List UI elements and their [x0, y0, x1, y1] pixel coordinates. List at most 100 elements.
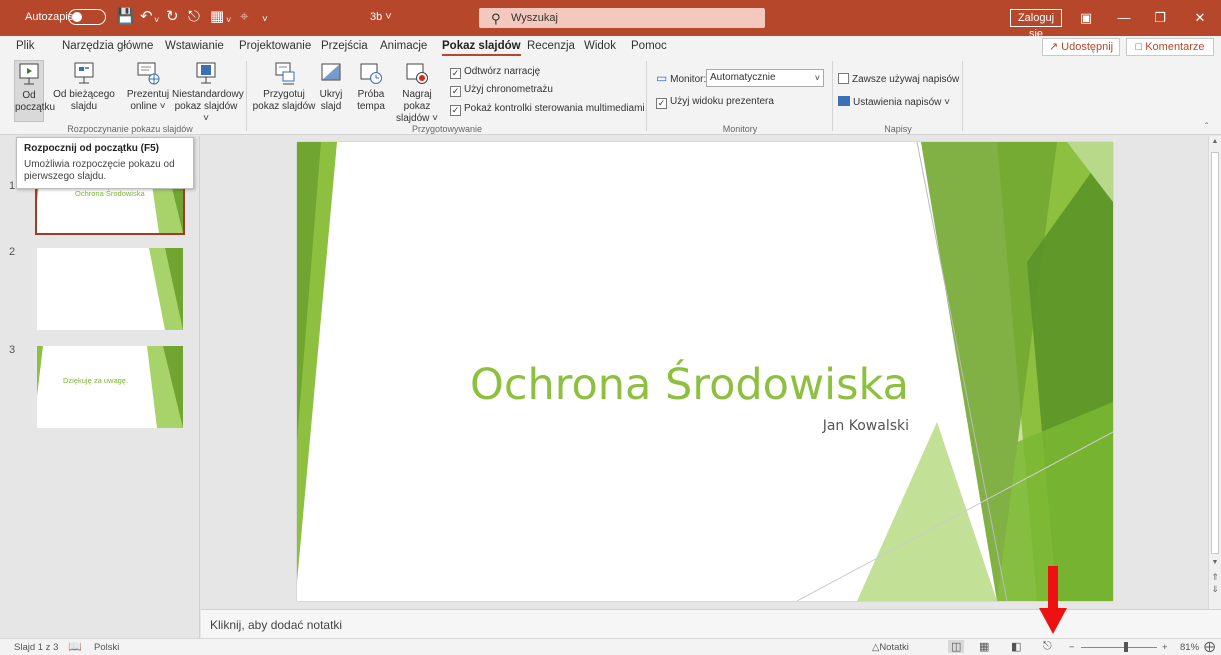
ribbon: Od początku Od bieżącego slajdu Prezentuj o… — [0, 58, 1221, 135]
slide-sorter-icon[interactable]: ▦ — [979, 640, 989, 653]
share-icon: ↗ — [1048, 41, 1059, 53]
tab-file[interactable]: Plik — [16, 40, 35, 52]
from-current-button[interactable]: Od bieżącego slajdu — [48, 60, 120, 122]
tab-help[interactable]: Pomoc — [631, 40, 667, 52]
undo-icon[interactable]: ↶ — [140, 8, 153, 26]
search-box[interactable]: ⚲ Wyszukaj — [479, 8, 765, 28]
minimize-icon[interactable]: — — [1114, 8, 1134, 28]
show-media-controls-checkbox[interactable]: ✓ Pokaż kontrolki sterowania multimediami — [450, 103, 645, 116]
accessibility-icon[interactable]: 📖 — [68, 640, 82, 653]
checkmark-icon: ✓ — [450, 68, 461, 79]
restore-icon[interactable]: ❐ — [1150, 8, 1170, 28]
zoom-in-button[interactable]: + — [1162, 642, 1168, 653]
collapse-ribbon-icon[interactable]: ˆ — [1205, 122, 1208, 133]
monitor-label-text: Monitor: — [670, 74, 707, 85]
thumbnail-number: 3 — [9, 344, 16, 356]
tab-home[interactable]: Narzędzia główne — [62, 40, 153, 52]
checkmark-icon: ✓ — [450, 105, 461, 116]
slide-thumbnail-3[interactable]: Dziękuję za uwagę. — [37, 346, 183, 428]
setup-show-icon — [275, 62, 295, 85]
custom-show-button[interactable]: Niestandardowy pokaz slajdów ˅ — [172, 60, 244, 124]
rehearse-line1: Próba — [357, 89, 385, 100]
ribbon-display-options-icon[interactable]: ▣ — [1076, 8, 1096, 28]
save-icon[interactable]: 💾 — [116, 8, 135, 26]
tooltip-title: Rozpocznij od początku (F5) — [24, 143, 159, 154]
zoom-percent[interactable]: 81% — [1180, 642, 1199, 653]
reading-view-icon[interactable]: ◧ — [1011, 640, 1021, 653]
tab-animations[interactable]: Animacje — [380, 40, 427, 52]
slide-canvas[interactable]: Ochrona Środowiska Jan Kowalski — [297, 142, 1113, 601]
share-button[interactable]: ↗ Udostępnij — [1042, 38, 1120, 56]
setup-show-button[interactable]: Przygotuj pokaz slajdów — [252, 60, 316, 122]
comment-icon: □ — [1135, 41, 1143, 53]
customize-toolbar-icon[interactable]: ˅ — [262, 11, 268, 29]
close-icon[interactable]: ✕ — [1190, 8, 1210, 28]
monitor-dropdown[interactable]: Automatycznie ˅ — [706, 69, 824, 87]
slideshow-view-icon[interactable]: ⎋ — [1043, 640, 1052, 653]
record-show-button[interactable]: Nagraj pokaz slajdów ˅ — [389, 60, 445, 124]
redo-icon[interactable]: ↻ — [166, 8, 179, 26]
ribbon-tabs: Plik Narzędzia główne Wstawianie Projekt… — [0, 36, 1221, 58]
tab-design[interactable]: Projektowanie — [239, 40, 311, 52]
zoom-out-button[interactable]: − — [1069, 642, 1075, 653]
from-current-line1: Od bieżącego — [53, 89, 115, 100]
tab-slideshow[interactable]: Pokaz slajdów — [442, 40, 521, 56]
tab-view[interactable]: Widok — [584, 40, 616, 52]
scroll-up-icon[interactable]: ▲ — [1210, 138, 1220, 145]
rehearse-timings-button[interactable]: Próba tempa — [353, 60, 389, 122]
setup-show-line2: pokaz slajdów — [252, 101, 316, 112]
signin-button[interactable]: Zaloguj się — [1010, 9, 1062, 40]
autosave-toggle[interactable] — [68, 9, 106, 25]
next-slide-icon[interactable]: ⇓ — [1210, 584, 1220, 595]
title-bar: Autozapis 💾 ↶ ˅ ↻ ⎋ ▦ ˅ ⌖ ˅ 3b ˅ ⚲ Wyszu… — [0, 0, 1221, 40]
always-captions-checkbox[interactable]: Zawsze używaj napisów — [838, 73, 959, 85]
scroll-thumb[interactable] — [1211, 152, 1219, 554]
thumbnail-title: Ochrona Środowiska — [75, 189, 145, 198]
from-beginning-button[interactable]: Od początku — [14, 60, 55, 122]
tab-insert[interactable]: Wstawianie — [165, 40, 224, 52]
present-online-line2: online ˅ — [130, 101, 166, 112]
hide-slide-button[interactable]: Ukryj slajd — [316, 60, 346, 122]
notes-toggle-button[interactable]: △Notatki — [872, 642, 909, 653]
setup-show-line1: Przygotuj — [263, 89, 305, 100]
play-from-current-icon — [74, 62, 94, 84]
dropdown-icon[interactable]: ˅ — [226, 11, 231, 29]
custom-show-line1: Niestandardowy — [172, 89, 244, 100]
previous-slide-icon[interactable]: ⇑ — [1210, 572, 1220, 583]
use-timings-checkbox[interactable]: ✓ Użyj chronometrażu — [450, 84, 553, 97]
tab-review[interactable]: Recenzja — [527, 40, 575, 52]
comments-button[interactable]: □ Komentarze — [1126, 38, 1214, 56]
slide-title[interactable]: Ochrona Środowiska — [297, 360, 909, 410]
present-online-icon — [137, 62, 160, 85]
start-group-label: Rozpoczynanie pokazu slajdów — [67, 124, 193, 134]
hide-slide-line2: slajd — [320, 101, 342, 112]
normal-view-icon[interactable]: ◫ — [948, 640, 965, 653]
play-narration-checkbox[interactable]: ✓ Odtwórz narrację — [450, 66, 540, 79]
undo-dropdown-icon[interactable]: ˅ — [154, 11, 159, 29]
language-indicator[interactable]: Polski — [94, 642, 119, 653]
thumbnail-title: Dziękuję za uwagę. — [63, 376, 129, 385]
document-name: 3b ˅ — [370, 11, 392, 23]
from-current-line2: slajdu — [70, 101, 98, 112]
caption-settings-button[interactable]: Ustawienia napisów ˅ — [838, 96, 950, 108]
fit-to-window-icon[interactable]: ⨁ — [1204, 640, 1215, 653]
zoom-slider-knob[interactable] — [1124, 642, 1128, 652]
slide-thumbnail-2[interactable] — [37, 248, 183, 330]
presenter-view-checkbox[interactable]: ✓ Użyj widoku prezentera — [656, 96, 774, 109]
slide-subtitle[interactable]: Jan Kowalski — [297, 418, 909, 434]
thumbnail-number: 1 — [9, 180, 16, 192]
from-beginning-line1: Od — [22, 90, 36, 101]
touch-mode-icon[interactable]: ⌖ — [240, 8, 248, 26]
use-timings-label: Użyj chronometrażu — [464, 84, 553, 95]
presentation-start-icon[interactable]: ⎋ — [188, 8, 200, 26]
tab-transitions[interactable]: Przejścia — [321, 40, 368, 52]
scroll-down-icon[interactable]: ▼ — [1210, 559, 1220, 566]
notes-pane[interactable]: Kliknij, aby dodać notatki — [201, 609, 1221, 638]
present-online-button[interactable]: Prezentuj online ˅ — [122, 60, 174, 122]
vertical-scrollbar[interactable]: ▲ ▼ ⇑ ⇓ — [1208, 136, 1221, 609]
share-label: Udostępnij — [1061, 41, 1114, 53]
slideshow-icon[interactable]: ▦ — [210, 8, 224, 26]
zoom-slider-track[interactable] — [1081, 647, 1157, 648]
monitors-group-label: Monitory — [722, 124, 758, 134]
notes-placeholder: Kliknij, aby dodać notatki — [210, 618, 343, 632]
